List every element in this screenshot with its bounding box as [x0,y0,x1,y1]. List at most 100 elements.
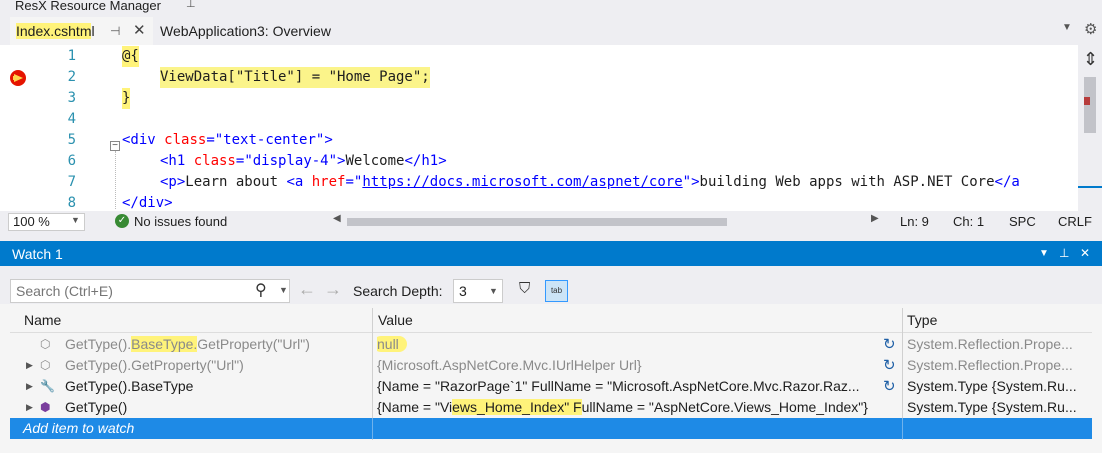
line-number: 8 [67,195,76,211]
code-line: 2 ViewData["Title"] = "Home Page"; [0,67,1078,88]
caret-scroll-marker [1078,186,1102,188]
wrench-icon: 🔧 [40,379,55,393]
filter-pin-icon[interactable]: ⛉ [519,280,530,297]
property-icon: ⬡ [40,358,51,372]
refresh-icon[interactable]: ↻ [883,355,896,376]
watch-row[interactable]: ▶ ⬢ GetType() {Name = "Views_Home_Index"… [10,397,1092,418]
search-next-arrow-icon[interactable]: → [324,279,342,300]
code-line: 3 } [0,88,1078,109]
pin-icon[interactable]: ⊥ [186,0,196,10]
add-item-row[interactable]: Add item to watch [10,418,1092,439]
editor-vertical-scrollbar[interactable]: ⇕ [1078,45,1102,211]
scroll-left-icon[interactable]: ◀ [333,213,341,224]
watch-expression[interactable]: GetType().GetProperty("Url") [65,355,244,376]
split-editor-icon[interactable]: ⇕ [1083,49,1098,70]
expand-arrow-icon[interactable]: ▶ [26,376,33,397]
watch-type: System.Type {System.Ru... [907,399,1077,415]
line-number: 5 [67,132,76,148]
pin-tab-icon[interactable]: ⊣ [110,17,120,45]
method-icon: ⬢ [40,400,51,414]
refresh-icon[interactable]: ↻ [883,376,896,397]
issues-status[interactable]: No issues found [134,214,227,229]
document-tab-strip: Index.cshtml ⊣ ✕ WebApplication3: Overvi… [0,17,1102,47]
watch-value[interactable]: {Microsoft.AspNetCore.Mvc.IUrlHelper Url… [377,355,887,376]
code-line: 8 </div> [0,193,1078,211]
code-line: 7 <p>Learn about <a href="https://docs.m… [0,172,1078,193]
column-separator [902,418,903,439]
search-icon[interactable]: ⚲ [255,280,267,300]
tool-window-title: ResX Resource Manager [15,0,161,13]
code-line: 6 <h1 class="display-4">Welcome</h1> [0,151,1078,172]
add-item-placeholder[interactable]: Add item to watch [23,418,134,439]
watch-type: System.Reflection.Prope... [907,357,1073,373]
window-menu-dropdown-icon[interactable]: ▼ [1039,248,1049,259]
watch-row[interactable]: ▶ ⬡ GetType().GetProperty("Url") {Micros… [10,355,1092,376]
watch-expression[interactable]: GetType() [65,397,127,418]
code-text: @{ [122,46,139,67]
code-editor[interactable]: 1 @{ 2 ViewData["Title"] = "Home Page"; … [0,45,1078,211]
code-text: <h1 class="display-4">Welcome</h1> [160,153,447,169]
tab-index-cshtml[interactable]: Index.cshtml ⊣ ✕ [10,17,153,45]
watch-type: System.Type {System.Ru... [907,378,1077,394]
scrollbar-thumb[interactable] [1084,77,1096,133]
checkmark-icon: ✓ [115,214,129,228]
column-separator [372,418,373,439]
code-line: 4 [0,109,1078,130]
watch-value[interactable]: {Name = "RazorPage`1" FullName = "Micros… [377,376,887,397]
chevron-down-icon: ▼ [489,286,498,296]
watch-row[interactable]: ⬡ GetType().BaseType.GetProperty("Url") … [10,334,1092,355]
zoom-value: 100 % [13,214,50,229]
expand-arrow-icon[interactable]: ▶ [26,397,33,418]
watch-value[interactable]: null [377,334,887,355]
pin-icon[interactable]: ⊥ [1059,246,1069,260]
search-input[interactable] [14,282,248,300]
column-header-value[interactable]: Value [378,312,413,328]
column-header-name[interactable]: Name [24,312,61,328]
tab-overview[interactable]: WebApplication3: Overview [160,17,331,45]
line-ending-indicator[interactable]: CRLF [1058,214,1092,229]
watch-title-bar: Watch 1 ▼ ⊥ ✕ [0,241,1102,266]
tab-label: WebApplication3: Overview [160,23,331,39]
close-tab-icon[interactable]: ✕ [133,17,146,45]
chevron-down-icon[interactable]: ▼ [279,285,288,295]
whitespace-indicator[interactable]: SPC [1009,214,1036,229]
watch-toolbar: ⚲ ▼ ← → Search Depth: 3 ▼ ⛉ tab [0,266,1102,304]
expand-arrow-icon[interactable]: ▶ [26,355,33,376]
line-number: 1 [67,48,76,64]
close-icon[interactable]: ✕ [1080,246,1090,260]
watch-value[interactable]: {Name = "Views_Home_Index" FullName = "A… [377,397,887,418]
code-hyperlink[interactable]: https://docs.microsoft.com/aspnet/core [362,174,682,190]
property-icon: ⬡ [40,337,51,351]
line-number: 4 [67,111,76,127]
watch-window: Watch 1 ▼ ⊥ ✕ ⚲ ▼ ← → Search Depth: 3 ▼ … [0,233,1102,453]
watch-type: System.Reflection.Prope... [907,336,1073,352]
search-previous-arrow-icon[interactable]: ← [298,279,316,300]
line-number: 3 [67,90,76,106]
code-line: 5 <div class="text-center"> [0,130,1078,151]
zoom-dropdown[interactable]: 100 % ▼ [8,213,85,231]
search-depth-dropdown[interactable]: 3 ▼ [453,279,503,303]
watch-row[interactable]: ▶ 🔧 GetType().BaseType {Name = "RazorPag… [10,376,1092,397]
editor-status-bar: 100 % ▼ ✓ No issues found ◀ ▶ Ln: 9 Ch: … [0,211,1102,233]
search-depth-value: 3 [459,283,467,299]
breakpoint-scroll-marker [1084,97,1090,105]
line-number: 6 [67,153,76,169]
view-as-tab-icon[interactable]: tab [545,280,568,302]
code-text: </div> [122,195,173,211]
refresh-icon[interactable]: ↻ [883,334,896,355]
scrollbar-thumb[interactable] [347,218,727,226]
code-text: <div class="text-center"> [122,132,333,148]
column-header-type[interactable]: Type [907,312,937,328]
watch-search-box[interactable]: ⚲ ▼ [10,279,290,303]
editor-horizontal-scrollbar[interactable]: ◀ ▶ [333,213,881,227]
watch-title: Watch 1 [12,246,63,262]
tab-list-dropdown-icon[interactable]: ▼ [1062,22,1072,33]
code-text: ViewData["Title"] = "Home Page"; [160,67,430,88]
line-indicator: Ln: 9 [900,214,929,229]
gear-icon[interactable]: ⚙ [1084,20,1097,38]
scroll-right-icon[interactable]: ▶ [871,213,879,224]
watch-expression[interactable]: GetType().BaseType.GetProperty("Url") [65,334,310,355]
watch-grid-header: Name Value Type [10,308,1092,333]
watch-expression[interactable]: GetType().BaseType [65,376,193,397]
tool-window-header: ResX Resource Manager ⊥ [0,0,1102,17]
